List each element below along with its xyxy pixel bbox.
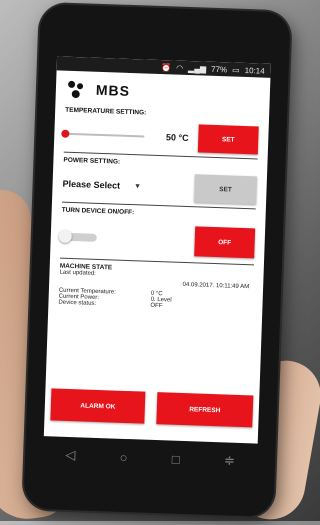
- temperature-set-button[interactable]: SET: [197, 124, 259, 155]
- recents-icon[interactable]: □: [172, 451, 180, 466]
- app-screen: ⏰ ◠ ▂▄▆ 77% ▭ 10:14 MBS TEMPERATURE SETT…: [43, 56, 271, 444]
- action-buttons: ALARM OK REFRESH: [50, 388, 254, 428]
- menu-icon[interactable]: ≑: [224, 452, 235, 468]
- phone-device: ⏰ ◠ ▂▄▆ 77% ▭ 10:14 MBS TEMPERATURE SETT…: [23, 3, 291, 518]
- home-icon[interactable]: ○: [119, 449, 127, 464]
- signal-icon: ▂▄▆: [187, 63, 207, 74]
- refresh-button[interactable]: REFRESH: [156, 392, 254, 428]
- app-header: MBS: [55, 70, 270, 111]
- alarm-icon: ⏰: [161, 62, 172, 72]
- back-icon[interactable]: ◁: [65, 447, 76, 463]
- power-row: Please Select ▼ SET: [52, 169, 267, 205]
- machine-state: MACHINE STATE Last updated: 04.09.2017. …: [48, 262, 263, 312]
- temperature-row: 50 °C SET: [54, 119, 269, 155]
- logo-icon: [66, 79, 91, 100]
- android-navbar: ◁ ○ □ ≑: [43, 436, 258, 479]
- temperature-slider[interactable]: [61, 129, 145, 138]
- status-time: 10:14: [244, 65, 265, 76]
- power-set-button[interactable]: SET: [194, 174, 257, 205]
- battery-percent: 77%: [210, 64, 228, 74]
- off-button[interactable]: OFF: [194, 226, 256, 259]
- slider-thumb[interactable]: [61, 129, 70, 138]
- device-row: OFF: [50, 221, 265, 259]
- device-toggle[interactable]: [58, 229, 97, 244]
- wifi-icon: ◠: [176, 63, 184, 73]
- alarm-ok-button[interactable]: ALARM OK: [50, 388, 146, 424]
- device-status-value: OFF: [150, 302, 163, 310]
- power-select[interactable]: Please Select ▼: [62, 179, 194, 194]
- temperature-value: 50 °C: [165, 132, 189, 144]
- battery-icon: ▭: [231, 65, 240, 75]
- power-select-value: Please Select: [62, 178, 121, 191]
- logo-text: MBS: [95, 81, 131, 99]
- toggle-thumb[interactable]: [58, 229, 73, 244]
- chevron-down-icon: ▼: [134, 182, 142, 190]
